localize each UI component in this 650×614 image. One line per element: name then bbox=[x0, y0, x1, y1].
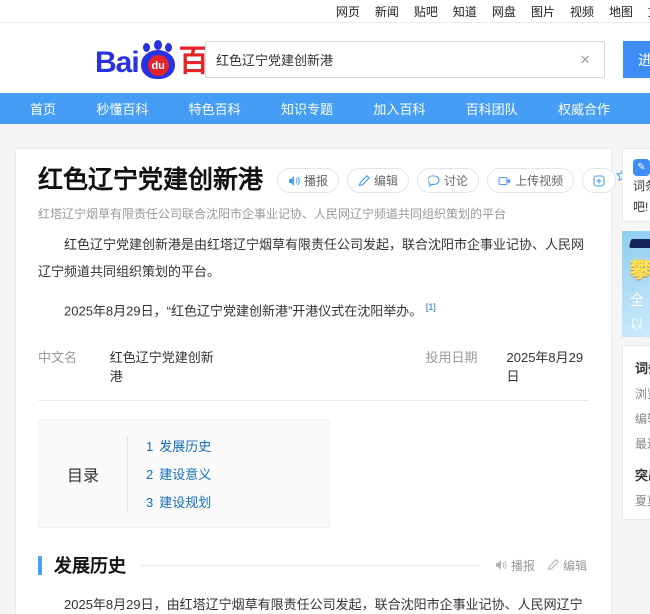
title-row: 红色辽宁党建创新港 播报 编辑 讨论 上传视频 bbox=[38, 165, 589, 195]
toc-item-label: 发展历史 bbox=[159, 439, 211, 454]
topnav-netdisk[interactable]: 网盘 bbox=[492, 3, 516, 20]
banner-text: 以 bbox=[630, 314, 650, 334]
section-header-history: 发展历史 播报 编辑 bbox=[38, 552, 589, 578]
edit-label: 编辑 bbox=[374, 172, 398, 189]
channel-nav: 首页 秒懂百科 特色百科 知识专题 加入百科 百科团队 权威合作 bbox=[0, 93, 650, 124]
basic-infobox: 中文名 红色辽宁党建创新港 投用日期 2025年8月29日 bbox=[38, 338, 589, 401]
nav-home[interactable]: 首页 bbox=[30, 99, 56, 118]
add-button[interactable] bbox=[582, 168, 616, 193]
summary-caption: 红塔辽宁烟草有限责任公司联合沈阳市企事业记协、人民网辽宁频道共同组织策划的平台 bbox=[38, 205, 589, 222]
banner-text: 全 bbox=[630, 290, 650, 310]
speaker-icon bbox=[288, 175, 300, 187]
section-speak-button[interactable]: 播报 bbox=[495, 557, 535, 574]
clear-search-icon[interactable]: × bbox=[576, 50, 594, 70]
plus-icon bbox=[593, 175, 605, 187]
toc-item-significance[interactable]: 2 建设意义 bbox=[146, 464, 211, 483]
banner-headline: 攀 bbox=[630, 254, 650, 284]
banner-logo-icon bbox=[629, 239, 650, 248]
infobox-item-launch-date: 投用日期 2025年8月29日 bbox=[426, 347, 590, 385]
page-title: 红色辽宁党建创新港 bbox=[38, 165, 263, 195]
topnav-zhidao[interactable]: 知道 bbox=[453, 3, 477, 20]
lead-paragraph-text: 2025年8月29日，“红色辽宁党建创新港”开港仪式在沈阳举办。 bbox=[64, 303, 422, 318]
nav-zhishi[interactable]: 知识专题 bbox=[281, 99, 333, 118]
stats-row: 浏览 bbox=[635, 385, 650, 402]
toc-title: 目录 bbox=[39, 436, 127, 511]
lead-paragraph: 红色辽宁党建创新港是由红塔辽宁烟草有限责任公司发起，联合沈阳市企事业记协、人民网… bbox=[38, 231, 589, 285]
search-area: × 进入词条 bbox=[205, 41, 650, 78]
upload-video-button[interactable]: 上传视频 bbox=[487, 168, 574, 193]
topnav-video[interactable]: 视频 bbox=[570, 3, 594, 20]
video-camera-icon bbox=[498, 175, 511, 187]
section-paragraph-text: 2025年8月29日，由红塔辽宁烟草有限责任公司发起，联合沈阳市企事业记协、人民… bbox=[38, 597, 583, 614]
reference-link[interactable]: [1] bbox=[426, 302, 436, 312]
baidu-paw-icon: du bbox=[140, 40, 176, 80]
contributors-header: 突出 bbox=[635, 465, 650, 484]
speak-button[interactable]: 播报 bbox=[277, 168, 339, 193]
toc-item-planning[interactable]: 3 建设规划 bbox=[146, 492, 211, 511]
stats-row: 编辑 bbox=[635, 410, 650, 427]
topnav-webpage[interactable]: 网页 bbox=[336, 3, 360, 20]
search-box: × bbox=[205, 41, 605, 78]
discuss-button[interactable]: 讨论 bbox=[417, 168, 479, 193]
section-paragraph: 2025年8月29日，由红塔辽宁烟草有限责任公司发起，联合沈阳市企事业记协、人民… bbox=[38, 591, 589, 614]
infobox-value: 2025年8月29日 bbox=[507, 347, 590, 385]
speak-label: 播报 bbox=[304, 172, 328, 189]
toc-item-number: 3 bbox=[146, 495, 153, 510]
nav-miaodong[interactable]: 秒懂百科 bbox=[96, 99, 148, 118]
topnav-images[interactable]: 图片 bbox=[531, 3, 555, 20]
right-rail: ✎ 词条 吧! 攀 全 以 词条 浏览 编辑 最近 突出 夏莫 bbox=[622, 148, 650, 520]
upload-video-label: 上传视频 bbox=[515, 172, 563, 189]
edit-invite-text: 吧! bbox=[633, 197, 650, 218]
edit-invite-text: 词条 bbox=[633, 176, 650, 197]
entry-card: 红色辽宁党建创新港 播报 编辑 讨论 上传视频 bbox=[15, 148, 612, 614]
nav-join[interactable]: 加入百科 bbox=[373, 99, 425, 118]
topnav-tieba[interactable]: 贴吧 bbox=[414, 3, 438, 20]
topnav-maps[interactable]: 地图 bbox=[609, 3, 633, 20]
top-utility-nav: 网页 新闻 贴吧 知道 网盘 图片 视频 地图 文库 bbox=[0, 0, 650, 23]
header: Bai du 百科 × 进入词条 bbox=[0, 23, 650, 93]
nav-quanwei[interactable]: 权威合作 bbox=[558, 99, 610, 118]
discuss-label: 讨论 bbox=[444, 172, 468, 189]
stats-row: 最近 bbox=[635, 435, 650, 452]
edit-button[interactable]: 编辑 bbox=[347, 168, 409, 193]
lead-paragraph: 2025年8月29日，“红色辽宁党建创新港”开港仪式在沈阳举办。 [1] bbox=[38, 294, 589, 324]
divider bbox=[140, 565, 479, 566]
nav-tese[interactable]: 特色百科 bbox=[189, 99, 241, 118]
search-input[interactable] bbox=[216, 52, 576, 67]
infobox-label: 中文名 bbox=[38, 347, 110, 385]
infobox-item-chinese-name: 中文名 红色辽宁党建创新港 bbox=[38, 347, 218, 385]
section-edit-button[interactable]: 编辑 bbox=[547, 557, 587, 574]
edit-label: 编辑 bbox=[563, 557, 587, 574]
speaker-icon bbox=[495, 559, 507, 571]
toc-item-number: 1 bbox=[146, 439, 153, 454]
toc-item-number: 2 bbox=[146, 467, 153, 482]
edit-invite-box[interactable]: ✎ 词条 吧! bbox=[622, 148, 650, 222]
topnav-news[interactable]: 新闻 bbox=[375, 3, 399, 20]
infobox-label: 投用日期 bbox=[426, 347, 507, 385]
pencil-icon bbox=[358, 175, 370, 187]
edit-badge-icon: ✎ bbox=[633, 159, 650, 176]
title-actions: 播报 编辑 讨论 上传视频 bbox=[277, 168, 616, 193]
table-of-contents: 目录 1 发展历史 2 建设意义 3 建设规划 bbox=[38, 419, 330, 528]
entry-stats-box: 词条 浏览 编辑 最近 突出 夏莫 bbox=[622, 345, 650, 520]
chat-icon bbox=[428, 175, 440, 187]
contributor-name[interactable]: 夏莫 bbox=[635, 492, 650, 509]
toc-item-label: 建设规划 bbox=[159, 495, 211, 510]
logo-bai-text: Bai bbox=[95, 46, 139, 80]
section-title: 发展历史 bbox=[54, 552, 126, 578]
lead-paragraph-text: 红色辽宁党建创新港是由红塔辽宁烟草有限责任公司发起，联合沈阳市企事业记协、人民网… bbox=[38, 237, 584, 279]
pencil-icon bbox=[547, 559, 559, 571]
enter-entry-button[interactable]: 进入词条 bbox=[623, 41, 650, 78]
promo-banner[interactable]: 攀 全 以 bbox=[622, 231, 650, 337]
toc-item-label: 建设意义 bbox=[159, 467, 211, 482]
nav-team[interactable]: 百科团队 bbox=[466, 99, 518, 118]
section-accent-bar bbox=[38, 556, 42, 575]
speak-label: 播报 bbox=[511, 557, 535, 574]
toc-item-history[interactable]: 1 发展历史 bbox=[146, 436, 211, 455]
infobox-value: 红色辽宁党建创新港 bbox=[110, 347, 218, 385]
stats-header: 词条 bbox=[635, 358, 650, 377]
